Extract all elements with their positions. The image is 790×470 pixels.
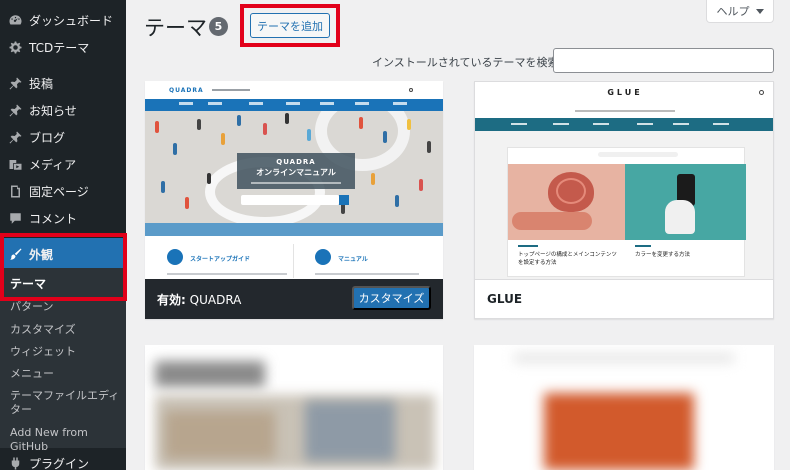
- caret-down-icon: [755, 8, 764, 14]
- appearance-submenu: テーマ パターン カスタマイズ ウィジェット メニュー テーマファイルエディター…: [0, 268, 126, 453]
- pin-icon: [7, 76, 23, 92]
- theme-count-badge: 5: [209, 17, 228, 36]
- help-tab-button[interactable]: ヘルプ: [706, 0, 774, 23]
- quadra-preview-title-box: QUADRA オンラインマニュアル: [237, 153, 355, 189]
- plugin-icon: [7, 456, 23, 470]
- glue-preview-article-right: カラーを変更する方法: [635, 252, 691, 258]
- theme-card-quadra[interactable]: QUADRA QUADRA オンラインマニュアル スタートアップガイド マニュア…: [145, 81, 443, 319]
- theme-card-footer-glue: GLUE: [475, 279, 773, 318]
- sidebar-item-label: ダッシュボード: [29, 14, 114, 28]
- sidebar-item-label: 外観: [29, 247, 54, 262]
- theme-card-glue[interactable]: GLUE トップページの構成とメインコンテンツを設定する方法 カラーを変更する方…: [474, 81, 774, 319]
- submenu-item-theme-file-editor[interactable]: テーマファイルエディター: [10, 389, 122, 417]
- search-icon: [409, 88, 413, 92]
- sidebar-item-media[interactable]: メディア: [0, 151, 126, 178]
- quadra-preview-lower: スタートアップガイド マニュアル: [145, 236, 443, 279]
- search-label: インストールされているテーマを検索: [372, 56, 559, 69]
- sidebar-item-dashboard[interactable]: ダッシュボード: [0, 7, 126, 34]
- sidebar-item-label: コメント: [29, 212, 78, 226]
- page-icon: [7, 184, 23, 200]
- sidebar-item-label: ブログ: [29, 131, 66, 145]
- quadra-preview-nav: [145, 99, 443, 111]
- theme-card-footer-quadra: 有効: QUADRA カスタマイズ: [145, 279, 443, 319]
- pencil-icon: [167, 249, 183, 265]
- theme-search-input[interactable]: [553, 48, 774, 73]
- sidebar-item-posts[interactable]: 投稿: [0, 70, 126, 97]
- quadra-preview-title-en: QUADRA: [276, 158, 316, 166]
- submenu-item-customize[interactable]: カスタマイズ: [10, 323, 122, 337]
- gear-icon: [7, 40, 23, 56]
- glue-preview-articles: トップページの構成とメインコンテンツを設定する方法 カラーを変更する方法: [507, 147, 746, 277]
- customize-button[interactable]: カスタマイズ: [352, 286, 431, 310]
- theme-active-label: 有効: QUADRA: [157, 291, 241, 308]
- quadra-preview-section-right: マニュアル: [338, 256, 368, 263]
- glue-preview-logo: GLUE: [607, 88, 643, 97]
- glue-preview-article-left: トップページの構成とメインコンテンツを設定する方法: [518, 252, 617, 266]
- theme-card-blurred-2[interactable]: [474, 345, 774, 470]
- media-icon: [7, 157, 23, 173]
- submenu-item-menus[interactable]: メニュー: [10, 367, 122, 381]
- submenu-item-patterns[interactable]: パターン: [10, 300, 122, 314]
- pin-icon: [7, 103, 23, 119]
- quadra-preview-logo: QUADRA: [169, 86, 204, 94]
- tablet-icon: [315, 249, 331, 265]
- admin-sidebar: ダッシュボード TCDテーマ 投稿 お知らせ ブログ メディア 固定ページ コメ…: [0, 0, 126, 470]
- glue-preview-tagline: [575, 110, 675, 112]
- sidebar-item-label: お知らせ: [29, 104, 77, 118]
- help-label: ヘルプ: [716, 5, 750, 18]
- glue-preview-image-phone: [625, 164, 746, 240]
- submenu-item-themes[interactable]: テーマ: [10, 277, 122, 291]
- sidebar-item-label: プラグイン: [29, 457, 90, 470]
- sidebar-item-plugins[interactable]: プラグイン: [0, 450, 126, 470]
- quadra-preview-search: [241, 195, 339, 205]
- sidebar-item-news[interactable]: お知らせ: [0, 97, 126, 124]
- theme-name-quadra: QUADRA: [189, 293, 242, 307]
- sidebar-item-tcd-theme[interactable]: TCDテーマ: [0, 34, 126, 61]
- dashboard-icon: [7, 13, 23, 29]
- sidebar-item-appearance[interactable]: 外観: [0, 238, 126, 270]
- add-theme-button[interactable]: テーマを追加: [250, 13, 330, 38]
- quadra-preview-title-jp: オンラインマニュアル: [256, 168, 336, 177]
- sidebar-item-pages[interactable]: 固定ページ: [0, 178, 126, 205]
- page-title: テーマ: [144, 16, 207, 40]
- pin-icon: [7, 130, 23, 146]
- quadra-preview-header: QUADRA: [145, 81, 443, 99]
- glue-preview-image-brain: [508, 164, 625, 240]
- glue-preview-nav: [475, 118, 773, 131]
- sidebar-item-comments[interactable]: コメント: [0, 205, 126, 232]
- active-prefix: 有効:: [157, 293, 186, 307]
- theme-card-blurred-1[interactable]: [145, 345, 443, 470]
- sidebar-item-label: メディア: [29, 158, 77, 172]
- brush-icon: [7, 246, 23, 262]
- search-icon: [759, 90, 764, 95]
- sidebar-item-label: 固定ページ: [29, 185, 89, 199]
- quadra-preview-section-left: スタートアップガイド: [190, 256, 251, 263]
- sidebar-item-blog[interactable]: ブログ: [0, 124, 126, 151]
- theme-name-glue: GLUE: [487, 292, 523, 306]
- sidebar-item-label: TCDテーマ: [29, 41, 90, 55]
- submenu-item-widgets[interactable]: ウィジェット: [10, 345, 122, 359]
- quadra-preview-hero: QUADRA オンラインマニュアル: [145, 111, 443, 236]
- sidebar-item-label: 投稿: [29, 77, 54, 91]
- comment-icon: [7, 211, 23, 227]
